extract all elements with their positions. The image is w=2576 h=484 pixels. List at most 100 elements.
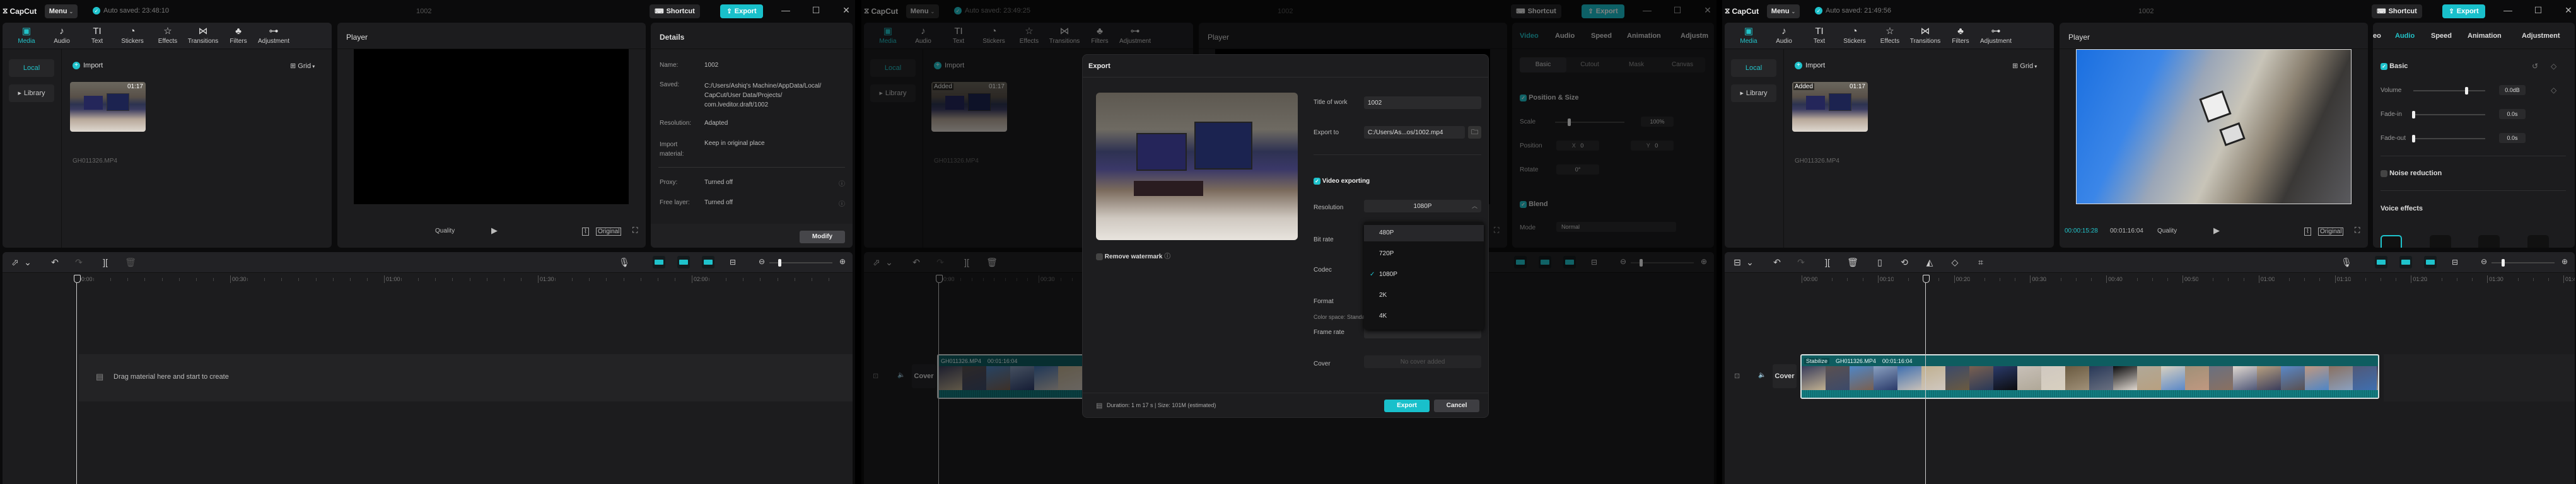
resolution-option[interactable]: 4K xyxy=(1364,308,1484,325)
checkbox-icon[interactable]: ✓ xyxy=(1314,178,1320,185)
split-icon[interactable]: ][ xyxy=(99,257,112,267)
fullscreen-icon[interactable]: ⛶ xyxy=(632,226,638,235)
fadeout-input[interactable]: 0.0s xyxy=(2499,133,2526,143)
undo-icon[interactable]: ↶ xyxy=(49,257,61,268)
playhead[interactable] xyxy=(74,275,81,484)
select-icon[interactable]: ⬀ xyxy=(870,257,883,268)
grid-view-button[interactable]: ⊞ Grid ▾ xyxy=(290,62,315,70)
cover-button[interactable]: Cover xyxy=(1773,364,1797,388)
delete-icon[interactable]: 🗑 xyxy=(124,257,137,268)
tab-text[interactable]: TI Text xyxy=(79,25,115,45)
tab-adjustment[interactable]: ⊶ Adjustment xyxy=(1117,25,1153,45)
freeze-icon[interactable]: ▯ xyxy=(1874,257,1886,268)
auto-snap-icon[interactable] xyxy=(2399,256,2412,268)
link-main-track-icon[interactable] xyxy=(1514,256,1527,268)
import-button[interactable]: + Import xyxy=(934,62,964,69)
resolution-option[interactable]: 480P xyxy=(1364,225,1484,241)
tab-transitions[interactable]: ⋈ Transitions xyxy=(1908,25,1943,45)
tab-speed[interactable]: Speed xyxy=(1591,32,1612,40)
volume-slider[interactable] xyxy=(2413,87,2485,95)
slider-handle[interactable] xyxy=(2412,111,2415,118)
tab-stickers[interactable]: ◔ Stickers xyxy=(115,25,150,45)
tab-effects[interactable]: ☆ Effects xyxy=(1011,25,1047,45)
keyframe-icon[interactable]: ◇ xyxy=(2551,86,2556,95)
slider-handle[interactable] xyxy=(2412,135,2415,142)
position-x-input[interactable]: X 0 xyxy=(1556,141,1599,151)
import-button[interactable]: + Import xyxy=(1795,62,1825,69)
slider-handle[interactable] xyxy=(778,259,781,267)
timeline-clip[interactable]: Stabilize GH011326.MP4 00:01:16:04 xyxy=(1800,354,2379,399)
tab-adjustment[interactable]: Adjustment xyxy=(2522,32,2560,40)
minimize-icon[interactable]: — xyxy=(1641,5,1653,15)
select-icon[interactable]: ⬀ xyxy=(9,257,21,268)
playhead[interactable] xyxy=(936,275,943,484)
minimize-icon[interactable]: — xyxy=(2502,5,2514,15)
minimize-icon[interactable]: — xyxy=(779,5,792,15)
maximize-icon[interactable]: ☐ xyxy=(810,5,822,16)
cover-field[interactable]: No cover added xyxy=(1364,355,1481,368)
split-icon[interactable]: ][ xyxy=(1821,257,1834,267)
tab-text[interactable]: TI Text xyxy=(1802,25,1837,45)
slider-handle[interactable] xyxy=(1640,259,1643,267)
resolution-option[interactable]: ✓ 1080P xyxy=(1364,267,1484,283)
chevron-down-icon[interactable]: ⌄ xyxy=(1744,257,1756,268)
original-ratio-button[interactable]: Original xyxy=(2318,228,2344,236)
auto-snap-icon[interactable] xyxy=(1539,256,1551,268)
maximize-icon[interactable]: ☐ xyxy=(1671,5,1684,16)
zoom-out-icon[interactable]: ⊖ xyxy=(2478,257,2490,266)
microphone-icon[interactable]: 🎙 xyxy=(618,257,631,268)
undo-icon[interactable]: ↶ xyxy=(910,257,923,268)
subtab-basic[interactable]: Basic xyxy=(1520,57,1566,72)
tab-text[interactable]: TI Text xyxy=(941,25,976,45)
slider-handle[interactable] xyxy=(2502,259,2505,267)
timeline-zoom-slider[interactable] xyxy=(2491,259,2555,267)
fadein-input[interactable]: 0.0s xyxy=(2499,109,2526,119)
shortcut-button[interactable]: ⌨ Shortcut xyxy=(1511,4,1561,18)
export-button[interactable]: ⇪ Export xyxy=(1582,4,1624,18)
tab-adjustment[interactable]: ⊶ Adjustment xyxy=(256,25,291,45)
voice-effect-item[interactable] xyxy=(2527,235,2549,248)
slider-handle[interactable] xyxy=(1568,118,1571,126)
voice-effect-item[interactable] xyxy=(2478,235,2500,248)
cover-button[interactable]: Cover xyxy=(912,364,936,388)
undo-icon[interactable]: ↶ xyxy=(1771,257,1783,268)
checkbox-icon[interactable]: ✓ xyxy=(1520,94,1527,101)
folder-icon[interactable]: 🗀 xyxy=(1468,126,1481,139)
linkage-icon[interactable] xyxy=(2424,256,2437,268)
linkage-icon[interactable] xyxy=(702,256,714,268)
cancel-button[interactable]: Cancel xyxy=(1434,400,1479,412)
shortcut-button[interactable]: ⌨ Shortcut xyxy=(2372,4,2422,18)
subtab-canvas[interactable]: Canvas xyxy=(1660,57,1705,72)
reverse-icon[interactable]: ⟲ xyxy=(1898,257,1911,268)
crop-icon[interactable]: ⌗ xyxy=(1974,257,1987,268)
timeline-zoom-slider[interactable] xyxy=(769,259,832,267)
microphone-icon[interactable]: 🎙 xyxy=(2340,257,2353,268)
waveform-icon[interactable]: ⌇ xyxy=(582,228,589,236)
tab-filters[interactable]: ♣ Filters xyxy=(1943,25,1978,45)
toggle-icon[interactable] xyxy=(2381,170,2387,177)
track-thumbnail-icon[interactable]: ⊡ xyxy=(1734,372,1740,380)
import-button[interactable]: + Import xyxy=(73,62,103,69)
preview-axis-icon[interactable]: ⊟ xyxy=(1588,256,1600,268)
tab-audio[interactable]: ♪ Audio xyxy=(906,25,941,45)
tab-stickers[interactable]: ◔ Stickers xyxy=(976,25,1011,45)
tab-filters[interactable]: ♣ Filters xyxy=(1082,25,1117,45)
title-of-work-input[interactable]: 1002 xyxy=(1364,96,1481,109)
maximize-icon[interactable]: ☐ xyxy=(2532,5,2544,16)
delete-icon[interactable]: 🗑 xyxy=(1846,257,1859,268)
split-icon[interactable]: ][ xyxy=(960,257,973,267)
checkbox-icon[interactable]: ✓ xyxy=(2381,62,2387,70)
sidebar-local[interactable]: Local xyxy=(9,59,54,77)
position-y-input[interactable]: Y 0 xyxy=(1631,141,1674,151)
preview-axis-icon[interactable]: ⊟ xyxy=(726,256,739,268)
redo-icon[interactable]: ↷ xyxy=(934,257,947,268)
reset-icon[interactable]: ↺ xyxy=(2532,62,2538,71)
rotate-icon[interactable]: ◇ xyxy=(1949,257,1961,268)
preview-axis-icon[interactable]: ⊟ xyxy=(2449,256,2461,268)
tab-audio[interactable]: Audio xyxy=(2395,32,2415,40)
fullscreen-icon[interactable]: ⛶ xyxy=(1494,226,1499,235)
volume-input[interactable]: 0.0dB xyxy=(2499,85,2526,95)
link-main-track-icon[interactable] xyxy=(653,256,665,268)
resolution-select[interactable]: 1080P ︿ xyxy=(1364,200,1481,212)
checkbox-icon[interactable] xyxy=(1096,253,1103,260)
